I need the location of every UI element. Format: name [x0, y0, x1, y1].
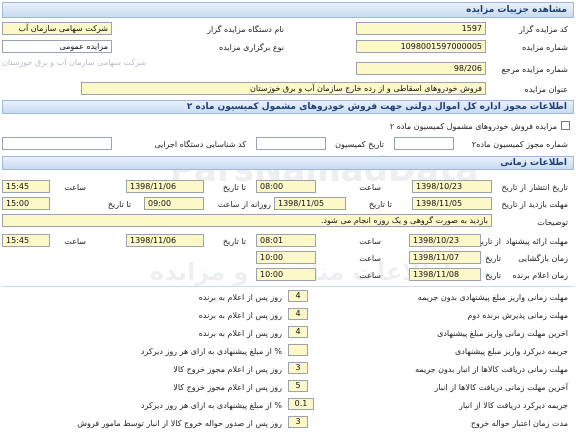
- ref-label: شماره مزایده مرجع: [501, 65, 568, 74]
- offer-to-label: تا تاریخ: [222, 237, 246, 246]
- term-label: مدت زمان اعتبار حواله خروج: [470, 419, 568, 428]
- opening-label: زمان بازگشایی: [518, 254, 568, 263]
- publish-from-label: از تاریخ: [501, 183, 526, 192]
- visit-from-date: 1398/11/05: [412, 197, 492, 210]
- permit-date-field: [256, 137, 326, 150]
- publish-from-time-label: ساعت: [359, 183, 381, 192]
- permit-number-label: شماره مجوز کمیسیون ماده۲: [471, 140, 568, 149]
- winner-date-label: تاریخ: [485, 271, 501, 280]
- page-header: مشاهده جزییات مزایده: [2, 2, 574, 18]
- permit-date-label: تاریخ کمیسیون: [335, 140, 384, 149]
- offer-label: مهلت ارائه پیشنهاد: [505, 237, 568, 246]
- term-value: 3: [288, 362, 308, 374]
- org-name-field: شرکت سهامی سازمان آب: [2, 22, 112, 35]
- visit-daily-label: روزانه از ساعت: [217, 200, 271, 209]
- visit-from-label: از تاریخ: [501, 200, 526, 209]
- code-label: کد مزایده گزار: [519, 25, 568, 34]
- number-label: شماره مزایده: [522, 43, 568, 52]
- publish-from-time: 08:00: [256, 180, 316, 193]
- term-value: 4: [288, 290, 308, 302]
- org-sub-text: شرکت سهامی سازمان آب و برق خوزستان: [2, 58, 147, 67]
- publish-from-date: 1398/10/23: [412, 180, 492, 193]
- term-unit: روز پس از اعلام مجوز خروج کالا: [173, 383, 282, 392]
- opening-time: 10:00: [256, 251, 316, 264]
- term-label: مهلت زمانی پذیرش برنده دوم: [467, 311, 568, 320]
- visit-from-time: 09:00: [144, 197, 204, 210]
- org-name-label: نام دستگاه مزایده گزار: [207, 25, 284, 34]
- term-unit: % از مبلغ پیشنهادی به ازای هر روز دیرکرد: [140, 401, 282, 410]
- terms-separator: [2, 286, 574, 287]
- term-label: جریمه دیرکرد دریافت کالا از انبار: [458, 401, 568, 410]
- permit-id-field: [2, 137, 112, 150]
- offer-to-date: 1398/11/06: [126, 234, 204, 247]
- visit-to-label: تا تاریخ: [368, 200, 392, 209]
- winner-time: 10:00: [256, 268, 316, 281]
- publish-to-time: 15:45: [2, 180, 50, 193]
- term-label: مهلت زمانی واریز مبلغ پیشنهادی بدون جریم…: [417, 293, 568, 302]
- offer-to-time: 15:45: [2, 234, 50, 247]
- winner-label: زمان اعلام برنده: [512, 271, 568, 280]
- visit-to-date: 1398/11/05: [274, 197, 346, 210]
- visit-to-time-label: تا تاریخ: [107, 200, 131, 209]
- term-unit: روز پس از اعلام به برنده: [198, 329, 282, 338]
- opening-date-label: تاریخ: [485, 254, 501, 263]
- term-value: 4: [288, 308, 308, 320]
- publish-to-label: تا تاریخ: [222, 183, 246, 192]
- term-unit: روز پس از اعلام مجوز خروج کالا: [173, 365, 282, 374]
- visit-label: مهلت بازدید: [528, 200, 568, 209]
- permit-checkbox[interactable]: [561, 121, 570, 130]
- winner-date: 1398/11/08: [409, 268, 481, 281]
- opening-time-label: ساعت: [359, 254, 381, 263]
- visit-to-time: 15:00: [2, 197, 50, 210]
- term-value: 4: [288, 326, 308, 338]
- term-value: 3: [288, 416, 308, 428]
- permit-number-field: [394, 137, 454, 150]
- permit-checkbox-label: مزایده فروش خودروهای مشمول کمیسیون ماده …: [389, 122, 557, 131]
- ref-field: 98/206: [356, 62, 486, 75]
- offer-to-time-label: ساعت: [64, 237, 86, 246]
- code-field: 1597: [356, 22, 486, 35]
- term-label: مهلت زمانی دریافت کالاها از انبار بدون ج…: [415, 365, 568, 374]
- term-label: اخرین مهلت زمانی واریز مبلغ پیشنهادی: [437, 329, 568, 338]
- offer-from-time-label: ساعت: [359, 237, 381, 246]
- type-label: نوع برگزاری مزایده: [219, 43, 284, 52]
- term-label: آخرین مهلت زمانی دریافت کالاها از انبار: [434, 383, 568, 392]
- publish-to-date: 1398/11/06: [126, 180, 204, 193]
- number-field: 1098001597000005: [356, 40, 486, 53]
- term-label: جریمه دیرکرد واریز مبلغ پیشنهادی: [455, 347, 568, 356]
- opening-date: 1398/11/07: [409, 251, 481, 264]
- permit-id-label: کد شناسایی دستگاه اجرایی: [154, 140, 246, 149]
- desc-label: توضیحات: [537, 218, 568, 227]
- title-field: فروش خودروهای اسقاطی و از رده خارج سازما…: [81, 82, 486, 95]
- timing-header: اطلاعات زمانی: [2, 156, 574, 170]
- offer-from-date: 1398/10/23: [409, 234, 481, 247]
- desc-field: بازدید به صورت گروهی و یک روزه انجام می …: [2, 214, 492, 227]
- permit-header: اطلاعات مجوز اداره کل اموال دولتی جهت فر…: [2, 100, 574, 114]
- offer-from-time: 08:01: [256, 234, 316, 247]
- term-unit: % از مبلغ پیشنهادی به ازای هر روز دیرکرد: [140, 347, 282, 356]
- title-label: عنوان مزایده: [524, 85, 569, 94]
- winner-time-label: ساعت: [359, 271, 381, 280]
- publish-to-time-label: ساعت: [64, 183, 86, 192]
- term-value: 0.1: [288, 398, 314, 410]
- term-value: 5: [288, 380, 308, 392]
- term-unit: روز پس از اعلام به برنده: [198, 311, 282, 320]
- term-unit: روز پس از اعلام به برنده: [198, 293, 282, 302]
- term-unit: روز پس از صدور حواله خروج کالا از انبار …: [77, 419, 282, 428]
- term-value: [288, 344, 308, 356]
- type-field: مزایده عمومی: [2, 40, 112, 53]
- publish-label: تاریخ انتشار: [529, 183, 568, 192]
